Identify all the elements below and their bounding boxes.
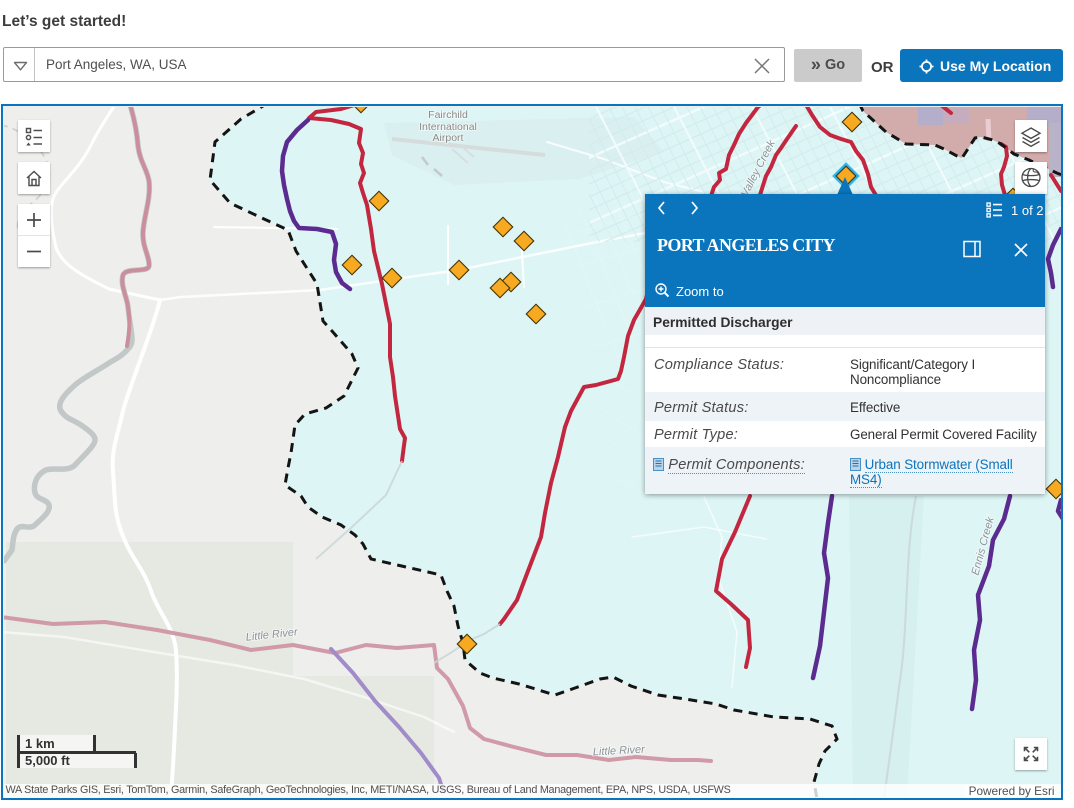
svg-text:Airport: Airport xyxy=(432,132,463,144)
svg-text:Fairchild: Fairchild xyxy=(428,109,468,121)
